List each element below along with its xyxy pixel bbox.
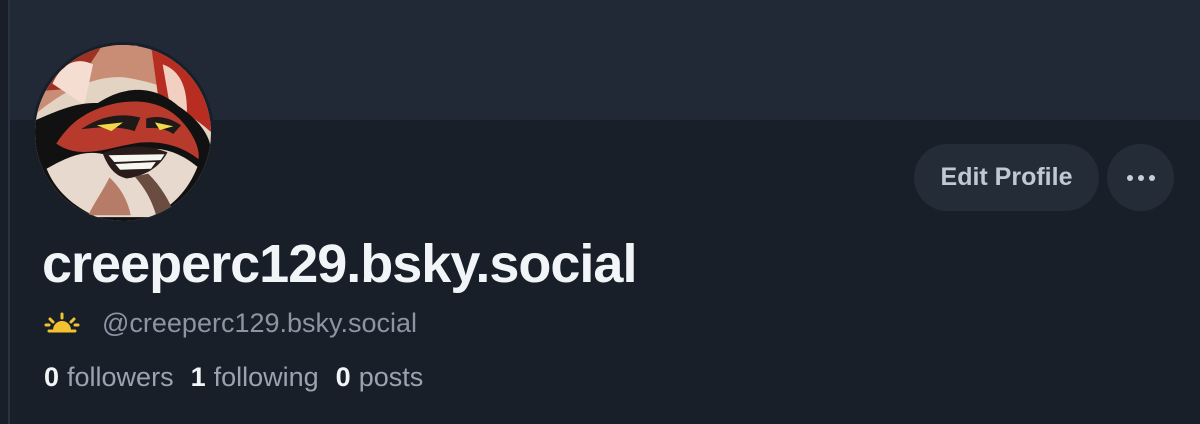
followers-label: followers [67, 361, 174, 392]
followers-count: 0 [44, 361, 60, 392]
sun-rising-icon [44, 312, 80, 333]
display-name: creeperc129.bsky.social [42, 234, 637, 294]
more-dot [1126, 174, 1133, 181]
more-dots-icon [1126, 174, 1155, 181]
following-stat[interactable]: 1 following [191, 362, 319, 393]
profile-handle: @creeperc129.bsky.social [102, 307, 418, 338]
posts-stat: 0 posts [336, 362, 424, 393]
followers-stat[interactable]: 0 followers [44, 362, 174, 393]
handle-row: @creeperc129.bsky.social [44, 304, 417, 342]
more-dot [1137, 174, 1144, 181]
profile-page: Edit Profile creeperc129.bsky.social @cr… [0, 0, 1200, 424]
fox-avatar-icon [35, 45, 211, 221]
profile-avatar[interactable] [32, 42, 214, 224]
posts-count: 0 [335, 361, 351, 392]
following-label: following [213, 361, 319, 392]
edit-profile-button[interactable]: Edit Profile [914, 144, 1099, 211]
profile-stats: 0 followers 1 following 0 posts [44, 358, 440, 396]
more-dot [1148, 174, 1155, 181]
profile-actions: Edit Profile [914, 144, 1174, 211]
posts-label: posts [358, 361, 424, 392]
more-options-button[interactable] [1107, 144, 1174, 211]
following-count: 1 [190, 361, 206, 392]
